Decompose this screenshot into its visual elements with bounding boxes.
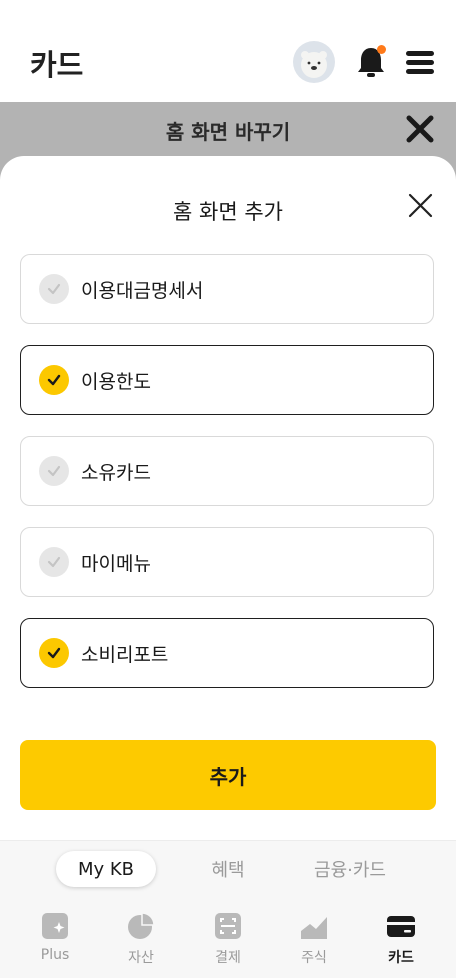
plus-star-icon	[42, 913, 68, 939]
option-usage-limit[interactable]: 이용한도	[20, 345, 434, 415]
page-title: 카드	[30, 48, 84, 82]
scan-icon	[215, 913, 241, 939]
check-icon	[39, 638, 69, 668]
tab-label: 주식	[301, 950, 327, 966]
tab-label: Plus	[40, 947, 70, 963]
option-label: 마이메뉴	[81, 552, 151, 575]
edit-bar-title: 홈 화면 바꾸기	[165, 120, 291, 144]
segment-my-kb[interactable]: My KB	[56, 851, 156, 887]
screen: 카드 홈 화면 바꾸기 홈 화면 추가 이용대금명세서 이용한도 소유카드 마이…	[0, 0, 456, 978]
tab-label: 자산	[128, 950, 154, 966]
option-label: 이용대금명세서	[81, 279, 204, 302]
tab-payment[interactable]: 결제	[193, 911, 263, 971]
option-label: 이용한도	[81, 370, 151, 393]
avatar[interactable]	[293, 41, 335, 83]
option-my-menu[interactable]: 마이메뉴	[20, 527, 434, 597]
check-icon	[39, 274, 69, 304]
stock-chart-icon	[301, 917, 327, 939]
tab-plus[interactable]: Plus	[20, 911, 90, 971]
option-label: 소비리포트	[81, 643, 169, 666]
option-spending-report[interactable]: 소비리포트	[20, 618, 434, 688]
card-icon	[387, 916, 415, 937]
check-icon	[39, 456, 69, 486]
segment-finance-card[interactable]: 금융·카드	[300, 851, 400, 887]
notification-dot	[377, 45, 386, 54]
tab-stocks[interactable]: 주식	[279, 911, 349, 971]
tab-label: 결제	[215, 950, 241, 966]
menu-icon[interactable]	[406, 51, 434, 75]
check-icon	[39, 365, 69, 395]
check-icon	[39, 547, 69, 577]
add-button[interactable]: 추가	[20, 740, 436, 810]
sheet-title: 홈 화면 추가	[173, 200, 283, 224]
pie-chart-icon	[128, 912, 155, 939]
close-icon[interactable]	[405, 114, 435, 144]
tab-assets[interactable]: 자산	[106, 911, 176, 971]
option-owned-cards[interactable]: 소유카드	[20, 436, 434, 506]
tab-label: 카드	[388, 950, 414, 966]
app-header: 카드	[0, 0, 456, 102]
tab-card[interactable]: 카드	[366, 911, 436, 971]
bottom-navigation: My KB 혜택 금융·카드 Plus 자산 결제 주식 카드	[0, 840, 456, 978]
add-home-sheet: 홈 화면 추가 이용대금명세서 이용한도 소유카드 마이메뉴 소비리포트 추가	[0, 156, 456, 840]
option-label: 소유카드	[81, 461, 151, 484]
option-usage-statement[interactable]: 이용대금명세서	[20, 254, 434, 324]
segment-benefits[interactable]: 혜택	[196, 851, 260, 887]
sheet-close-icon[interactable]	[408, 193, 433, 218]
